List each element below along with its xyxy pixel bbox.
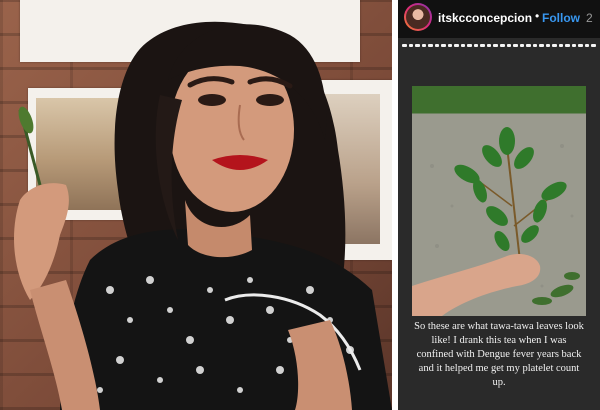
- progress-segment: [591, 44, 596, 47]
- progress-segment: [460, 44, 466, 47]
- progress-segment: [565, 44, 570, 47]
- timestamp: 2: [586, 11, 593, 25]
- progress-segment: [480, 44, 485, 47]
- story-caption: So these are what tawa-tawa leaves look …: [414, 321, 584, 388]
- progress-segment: [513, 44, 518, 47]
- progress-segment: [473, 44, 479, 47]
- progress-segment: [428, 44, 433, 47]
- progress-segment: [415, 44, 420, 47]
- progress-segment: [519, 44, 525, 47]
- progress-segment: [584, 44, 590, 47]
- progress-segment: [408, 44, 414, 47]
- progress-segment: [578, 44, 583, 47]
- progress-segment: [571, 44, 577, 47]
- plant-photo: [412, 86, 586, 316]
- portrait-photo: [0, 0, 392, 410]
- progress-segment: [539, 44, 544, 47]
- progress-segment: [434, 44, 440, 47]
- progress-segment: [532, 44, 538, 47]
- progress-segment: [486, 44, 492, 47]
- progress-segment: [558, 44, 564, 47]
- progress-segment: [467, 44, 472, 47]
- progress-segment: [526, 44, 531, 47]
- separator-dot: •: [535, 9, 540, 23]
- progress-segment: [552, 44, 557, 47]
- progress-segment: [545, 44, 551, 47]
- progress-segment: [506, 44, 512, 47]
- woman-figure: [14, 21, 392, 410]
- progress-segment: [421, 44, 427, 47]
- progress-segment: [454, 44, 459, 47]
- username[interactable]: itskcconcepcion: [438, 11, 532, 25]
- instagram-story: itskcconcepcion • Follow 2 So these are …: [398, 0, 600, 410]
- profile-photo-icon: [406, 5, 430, 29]
- progress-segment: [402, 44, 407, 47]
- avatar[interactable]: [404, 3, 432, 31]
- story-progress-bar: [402, 44, 596, 47]
- tawa-tawa-plant-image: [412, 127, 580, 316]
- story-header: itskcconcepcion • Follow 2: [398, 0, 600, 38]
- progress-segment: [447, 44, 453, 47]
- progress-segment: [499, 44, 505, 47]
- progress-segment: [441, 44, 446, 47]
- follow-button[interactable]: Follow: [542, 11, 580, 25]
- progress-segment: [493, 44, 498, 47]
